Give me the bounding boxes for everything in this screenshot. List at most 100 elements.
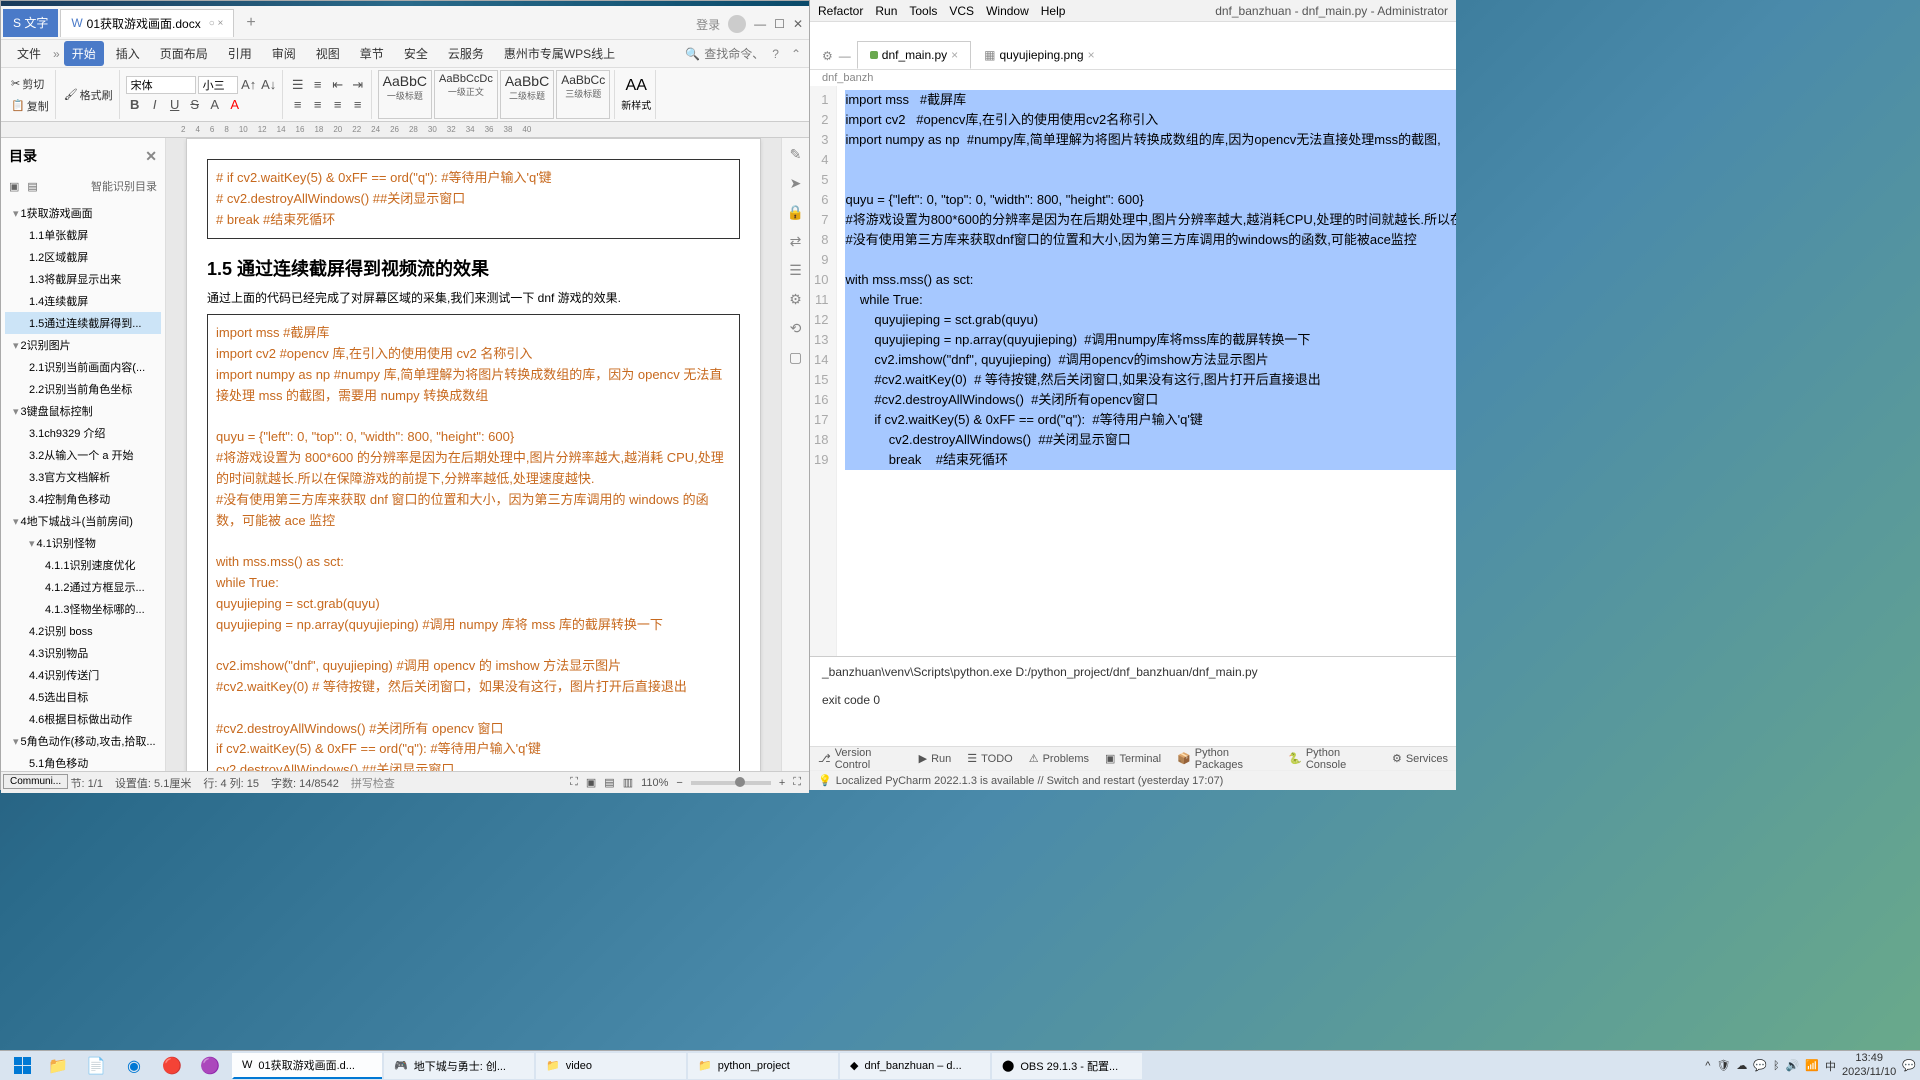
toc-item[interactable]: 3.2从输入一个 a 开始	[5, 444, 161, 466]
toc-item[interactable]: ▾4.1识别怪物	[5, 532, 161, 554]
tree-caret-icon[interactable]: ▾	[13, 516, 19, 528]
toc-item[interactable]: 1.4连续截屏	[5, 290, 161, 312]
bullet-list-icon[interactable]: ☰	[289, 76, 307, 94]
help-icon[interactable]: ?	[772, 47, 779, 61]
code-line[interactable]: #没有使用第三方库来获取dnf窗口的位置和大小,因为第三方库调用的windows…	[845, 230, 1456, 250]
format-painter-button[interactable]: 🖌 格式刷	[62, 85, 115, 105]
taskbar-app-button[interactable]: 🎮地下城与勇士: 创...	[384, 1053, 534, 1079]
toc-close-icon[interactable]: ✕	[145, 148, 157, 165]
toc-expand-icon[interactable]: ▣	[9, 180, 19, 193]
taskbar-app-button[interactable]: W01获取游戏画面.d...	[232, 1053, 382, 1079]
menu-review[interactable]: 审阅	[264, 41, 304, 66]
wps-document-tab[interactable]: W 01获取游戏画面.docx ○ ×	[60, 9, 234, 37]
user-avatar-icon[interactable]	[728, 15, 746, 33]
box-icon[interactable]: ▢	[789, 349, 802, 366]
code-line[interactable]: with mss.mss() as sct:	[845, 270, 1456, 290]
console-tab[interactable]: 🐍 Python Console	[1288, 747, 1376, 771]
code-line[interactable]: import numpy as np #numpy库,简单理解为将图片转换成数组…	[845, 130, 1456, 150]
tab-close-icon[interactable]: ×	[1088, 48, 1095, 62]
underline-icon[interactable]: U	[166, 96, 184, 114]
tree-caret-icon[interactable]: ▾	[13, 406, 19, 418]
adjust-icon[interactable]: ⚙	[789, 291, 802, 308]
toc-item[interactable]: ▾4地下城战斗(当前房间)	[5, 510, 161, 532]
italic-icon[interactable]: I	[146, 96, 164, 114]
code-line[interactable]: import mss #截屏库	[845, 90, 1456, 110]
pycharm-status-line[interactable]: 💡 Localized PyCharm 2022.1.3 is availabl…	[810, 770, 1456, 790]
menu-refactor[interactable]: Refactor	[818, 4, 863, 18]
menu-huizhou[interactable]: 惠州市专属WPS线上	[496, 41, 623, 66]
problems-tab[interactable]: ⚠ Problems	[1029, 752, 1089, 765]
gear-icon[interactable]: ⚙	[822, 49, 833, 63]
search-input[interactable]	[704, 47, 764, 61]
decrease-font-icon[interactable]: A↓	[260, 76, 278, 94]
tray-cloud-icon[interactable]: ☁	[1736, 1059, 1747, 1072]
zoom-in-icon[interactable]: +	[779, 777, 785, 789]
code-line[interactable]: if cv2.waitKey(5) & 0xFF == ord("q"): #等…	[845, 410, 1456, 430]
view-web-icon[interactable]: ▤	[604, 776, 614, 789]
toc-item[interactable]: 3.4控制角色移动	[5, 488, 161, 510]
code-line[interactable]: quyujieping = np.array(quyujieping) #调用n…	[845, 330, 1456, 350]
close-icon[interactable]: ✕	[793, 17, 803, 31]
menu-security[interactable]: 安全	[396, 41, 436, 66]
cursor-icon[interactable]: ➤	[790, 175, 802, 192]
menu-tools[interactable]: Tools	[909, 4, 937, 18]
tray-wifi-icon[interactable]: 📶	[1805, 1059, 1819, 1072]
status-spell[interactable]: 拼写检查	[351, 775, 395, 791]
login-link[interactable]: 登录	[696, 16, 720, 33]
wps-app-tab[interactable]: S 文字	[3, 9, 58, 37]
style-2[interactable]: AaBbCcDc一级正文	[434, 70, 498, 119]
editor-tab-png[interactable]: ▦ quyujieping.png ×	[971, 41, 1107, 69]
toc-item[interactable]: ▾5角色动作(移动,攻击,拾取...	[5, 730, 161, 752]
style-3[interactable]: AaBbC二级标题	[500, 70, 554, 119]
smart-doc-label[interactable]: 智能识别目录	[91, 178, 157, 194]
explorer-icon[interactable]: 📁	[40, 1053, 76, 1079]
highlight-icon[interactable]: A	[206, 96, 224, 114]
toc-item[interactable]: ▾2识别图片	[5, 334, 161, 356]
tray-ime-icon[interactable]: 中	[1825, 1058, 1836, 1074]
code-content[interactable]: import mss #截屏库import cv2 #opencv库,在引入的使…	[837, 86, 1456, 656]
indent-more-icon[interactable]: ⇥	[349, 76, 367, 94]
style-4[interactable]: AaBbCc三级标题	[556, 70, 610, 119]
run-console[interactable]: _banzhuan\venv\Scripts\python.exe D:/pyt…	[810, 656, 1456, 746]
font-color-icon[interactable]: A	[226, 96, 244, 114]
toc-item[interactable]: 4.1.2通过方框显示...	[5, 576, 161, 598]
menu-layout[interactable]: 页面布局	[152, 41, 216, 66]
toc-item[interactable]: 2.2识别当前角色坐标	[5, 378, 161, 400]
align-justify-icon[interactable]: ≡	[349, 96, 367, 114]
align-right-icon[interactable]: ≡	[329, 96, 347, 114]
tree-caret-icon[interactable]: ▾	[29, 538, 35, 550]
menu-window[interactable]: Window	[986, 4, 1029, 18]
list-icon[interactable]: ☰	[789, 262, 802, 279]
strike-icon[interactable]: S	[186, 96, 204, 114]
tray-volume-icon[interactable]: 🔊	[1786, 1059, 1800, 1072]
view-fullscreen-icon[interactable]: ⛶	[570, 776, 578, 789]
breadcrumb[interactable]: dnf_banzh	[810, 70, 1456, 86]
terminal-tab[interactable]: ▣ Terminal	[1105, 752, 1161, 765]
tab-close-icon[interactable]: ○ ×	[209, 18, 224, 29]
view-outline-icon[interactable]: ▥	[623, 776, 633, 789]
toc-item[interactable]: 4.5选出目标	[5, 686, 161, 708]
code-editor[interactable]: 12345678910111213141516171819 import mss…	[810, 86, 1456, 656]
maximize-icon[interactable]: ☐	[774, 17, 785, 31]
cut-button[interactable]: ✂ 剪切	[9, 74, 51, 94]
toc-item[interactable]: 4.2识别 boss	[5, 620, 161, 642]
menu-vcs[interactable]: VCS	[949, 4, 974, 18]
notepad-icon[interactable]: 📄	[78, 1053, 114, 1079]
menu-help[interactable]: Help	[1041, 4, 1066, 18]
toc-col-icon[interactable]: ▤	[27, 180, 37, 193]
toc-item[interactable]: 1.5通过连续截屏得到...	[5, 312, 161, 334]
toc-item[interactable]: ▾3键盘鼠标控制	[5, 400, 161, 422]
collapse-icon[interactable]: ⌃	[791, 47, 801, 61]
menu-chapter[interactable]: 章节	[352, 41, 392, 66]
number-list-icon[interactable]: ≡	[309, 76, 327, 94]
code-line[interactable]: #cv2.destroyAllWindows() #关闭所有opencv窗口	[845, 390, 1456, 410]
tray-shield-icon[interactable]: 🛡	[1716, 1059, 1730, 1072]
style-1[interactable]: AaBbC一级标题	[378, 70, 432, 119]
zoom-out-icon[interactable]: −	[676, 777, 682, 789]
font-family-select[interactable]	[126, 76, 196, 94]
chrome-icon[interactable]: 🔴	[154, 1053, 190, 1079]
toc-item[interactable]: 4.4识别传送门	[5, 664, 161, 686]
toc-item[interactable]: 2.1识别当前画面内容(...	[5, 356, 161, 378]
menu-run[interactable]: Run	[875, 4, 897, 18]
code-line[interactable]: cv2.destroyAllWindows() ##关闭显示窗口	[845, 430, 1456, 450]
